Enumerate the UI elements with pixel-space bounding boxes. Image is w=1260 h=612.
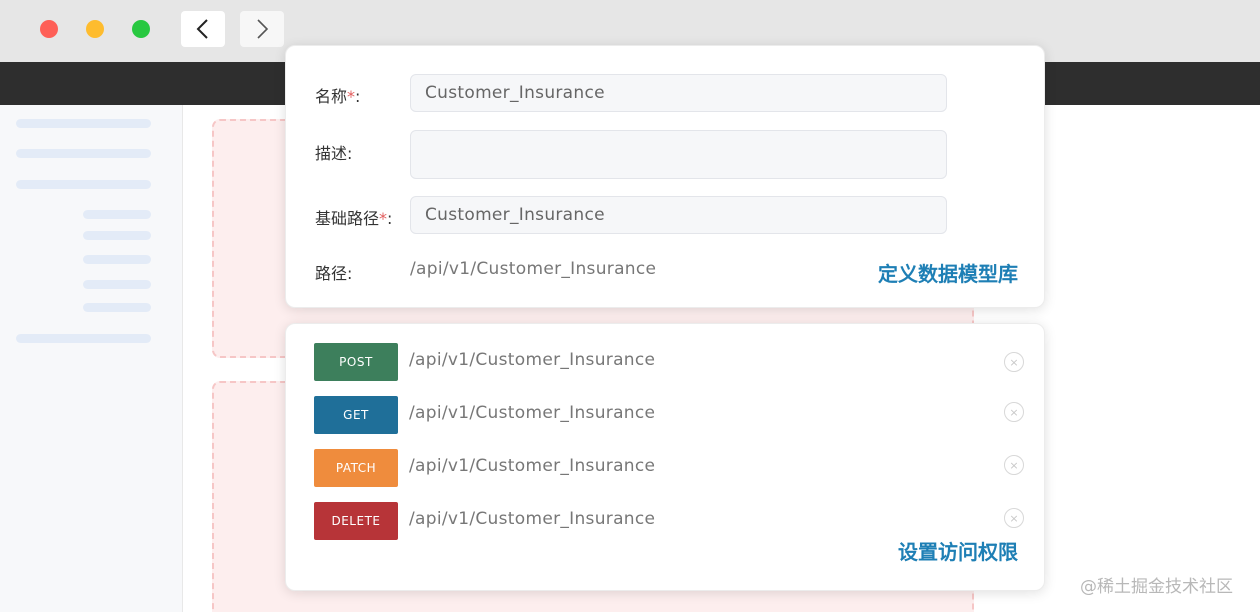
close-icon: × bbox=[1009, 355, 1019, 369]
route-path: /api/v1/Customer_Insurance bbox=[409, 403, 656, 423]
set-access-permission-caption: 设置访问权限 bbox=[898, 540, 1018, 564]
description-field[interactable] bbox=[410, 130, 947, 179]
base-path-label: 基础路径*: bbox=[315, 209, 393, 228]
method-badge: DELETE bbox=[314, 502, 398, 540]
api-info-card: 名称*: Customer_Insurance 描述: 基础路径*: Custo… bbox=[285, 45, 1045, 308]
method-badge: GET bbox=[314, 396, 398, 434]
method-badge: POST bbox=[314, 343, 398, 381]
sidebar-placeholder-line bbox=[16, 334, 151, 343]
chevron-right-icon bbox=[257, 19, 269, 39]
path-value: /api/v1/Customer_Insurance bbox=[410, 259, 657, 279]
close-icon: × bbox=[1009, 458, 1019, 472]
sidebar-placeholder-line bbox=[83, 210, 151, 219]
route-row: DELETE /api/v1/Customer_Insurance × bbox=[314, 502, 1024, 540]
route-path: /api/v1/Customer_Insurance bbox=[409, 350, 656, 370]
minimize-window-button[interactable] bbox=[86, 20, 104, 38]
required-mark: * bbox=[347, 87, 356, 106]
name-label: 名称*: bbox=[315, 87, 361, 106]
required-mark: * bbox=[379, 209, 388, 228]
api-routes-card: POST /api/v1/Customer_Insurance × GET /a… bbox=[285, 323, 1045, 591]
method-badge: PATCH bbox=[314, 449, 398, 487]
name-field[interactable]: Customer_Insurance bbox=[410, 74, 947, 112]
close-window-button[interactable] bbox=[40, 20, 58, 38]
remove-route-button[interactable]: × bbox=[1004, 508, 1024, 528]
sidebar-placeholder-line bbox=[16, 180, 151, 189]
define-data-model-caption: 定义数据模型库 bbox=[878, 262, 1018, 286]
sidebar-placeholder-line bbox=[16, 119, 151, 128]
sidebar-placeholder-line bbox=[83, 231, 151, 240]
watermark: @稀土掘金技术社区 bbox=[1080, 577, 1233, 597]
sidebar bbox=[0, 105, 183, 612]
forward-button[interactable] bbox=[240, 11, 284, 47]
sidebar-placeholder-line bbox=[16, 149, 151, 158]
maximize-window-button[interactable] bbox=[132, 20, 150, 38]
route-row: GET /api/v1/Customer_Insurance × bbox=[314, 396, 1024, 434]
close-icon: × bbox=[1009, 405, 1019, 419]
route-path: /api/v1/Customer_Insurance bbox=[409, 509, 656, 529]
back-button[interactable] bbox=[181, 11, 225, 47]
path-label: 路径: bbox=[315, 264, 353, 283]
remove-route-button[interactable]: × bbox=[1004, 402, 1024, 422]
sidebar-placeholder-line bbox=[83, 255, 151, 264]
route-row: POST /api/v1/Customer_Insurance × bbox=[314, 343, 1024, 381]
route-path: /api/v1/Customer_Insurance bbox=[409, 456, 656, 476]
chevron-left-icon bbox=[196, 19, 208, 39]
sidebar-placeholder-line bbox=[83, 303, 151, 312]
route-row: PATCH /api/v1/Customer_Insurance × bbox=[314, 449, 1024, 487]
close-icon: × bbox=[1009, 511, 1019, 525]
remove-route-button[interactable]: × bbox=[1004, 352, 1024, 372]
remove-route-button[interactable]: × bbox=[1004, 455, 1024, 475]
base-path-field[interactable]: Customer_Insurance bbox=[410, 196, 947, 234]
sidebar-placeholder-line bbox=[83, 280, 151, 289]
description-label: 描述: bbox=[315, 144, 353, 163]
